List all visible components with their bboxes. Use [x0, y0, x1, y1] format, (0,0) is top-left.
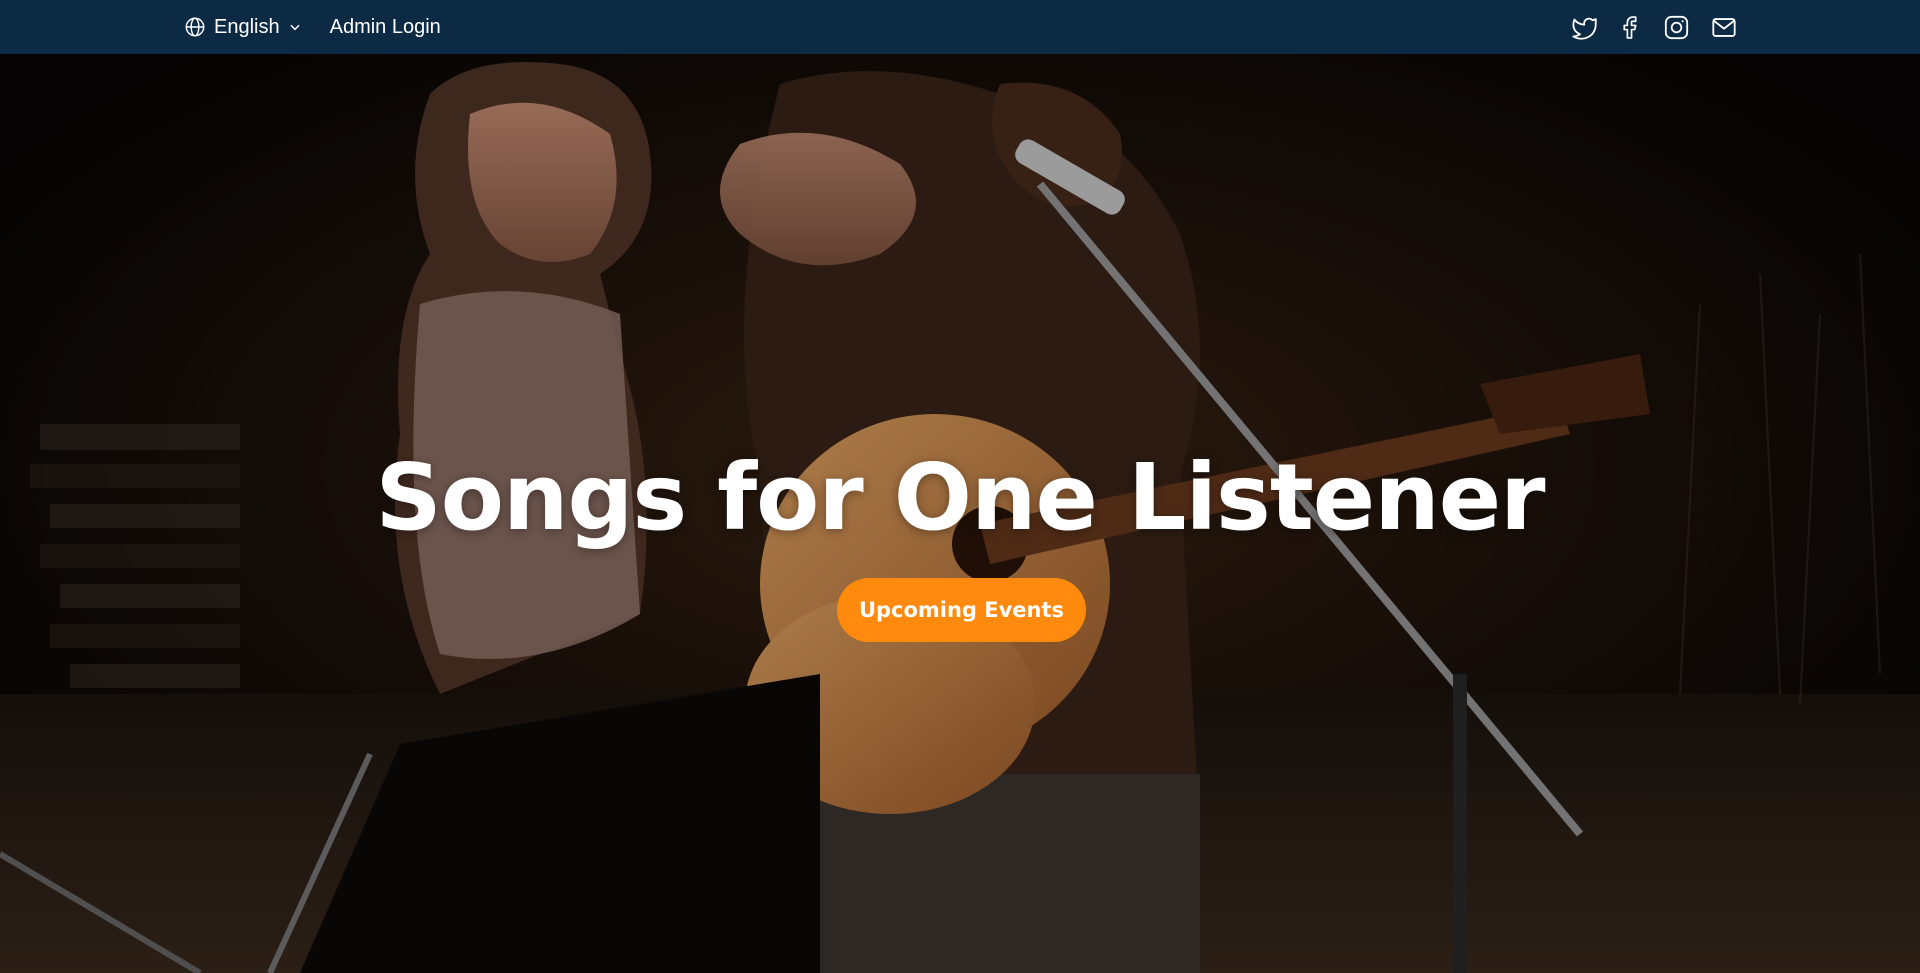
twitter-icon[interactable]: [1571, 14, 1598, 41]
mail-icon[interactable]: [1710, 14, 1738, 41]
social-links: [1571, 0, 1738, 54]
admin-login-link[interactable]: Admin Login: [330, 16, 441, 39]
top-navbar: English Admin Login: [0, 0, 1920, 54]
hero-section: Songs for One Listener Upcoming Events: [0, 54, 1920, 973]
navbar-left: English Admin Login: [184, 0, 441, 54]
hero-title: Songs for One Listener: [375, 444, 1546, 551]
upcoming-events-button[interactable]: Upcoming Events: [837, 578, 1086, 642]
language-label: English: [214, 15, 280, 38]
globe-icon: [185, 17, 205, 37]
instagram-icon[interactable]: [1663, 14, 1690, 41]
chevron-down-icon: [290, 24, 300, 31]
facebook-icon[interactable]: [1618, 14, 1643, 41]
language-selector[interactable]: English: [184, 16, 302, 39]
